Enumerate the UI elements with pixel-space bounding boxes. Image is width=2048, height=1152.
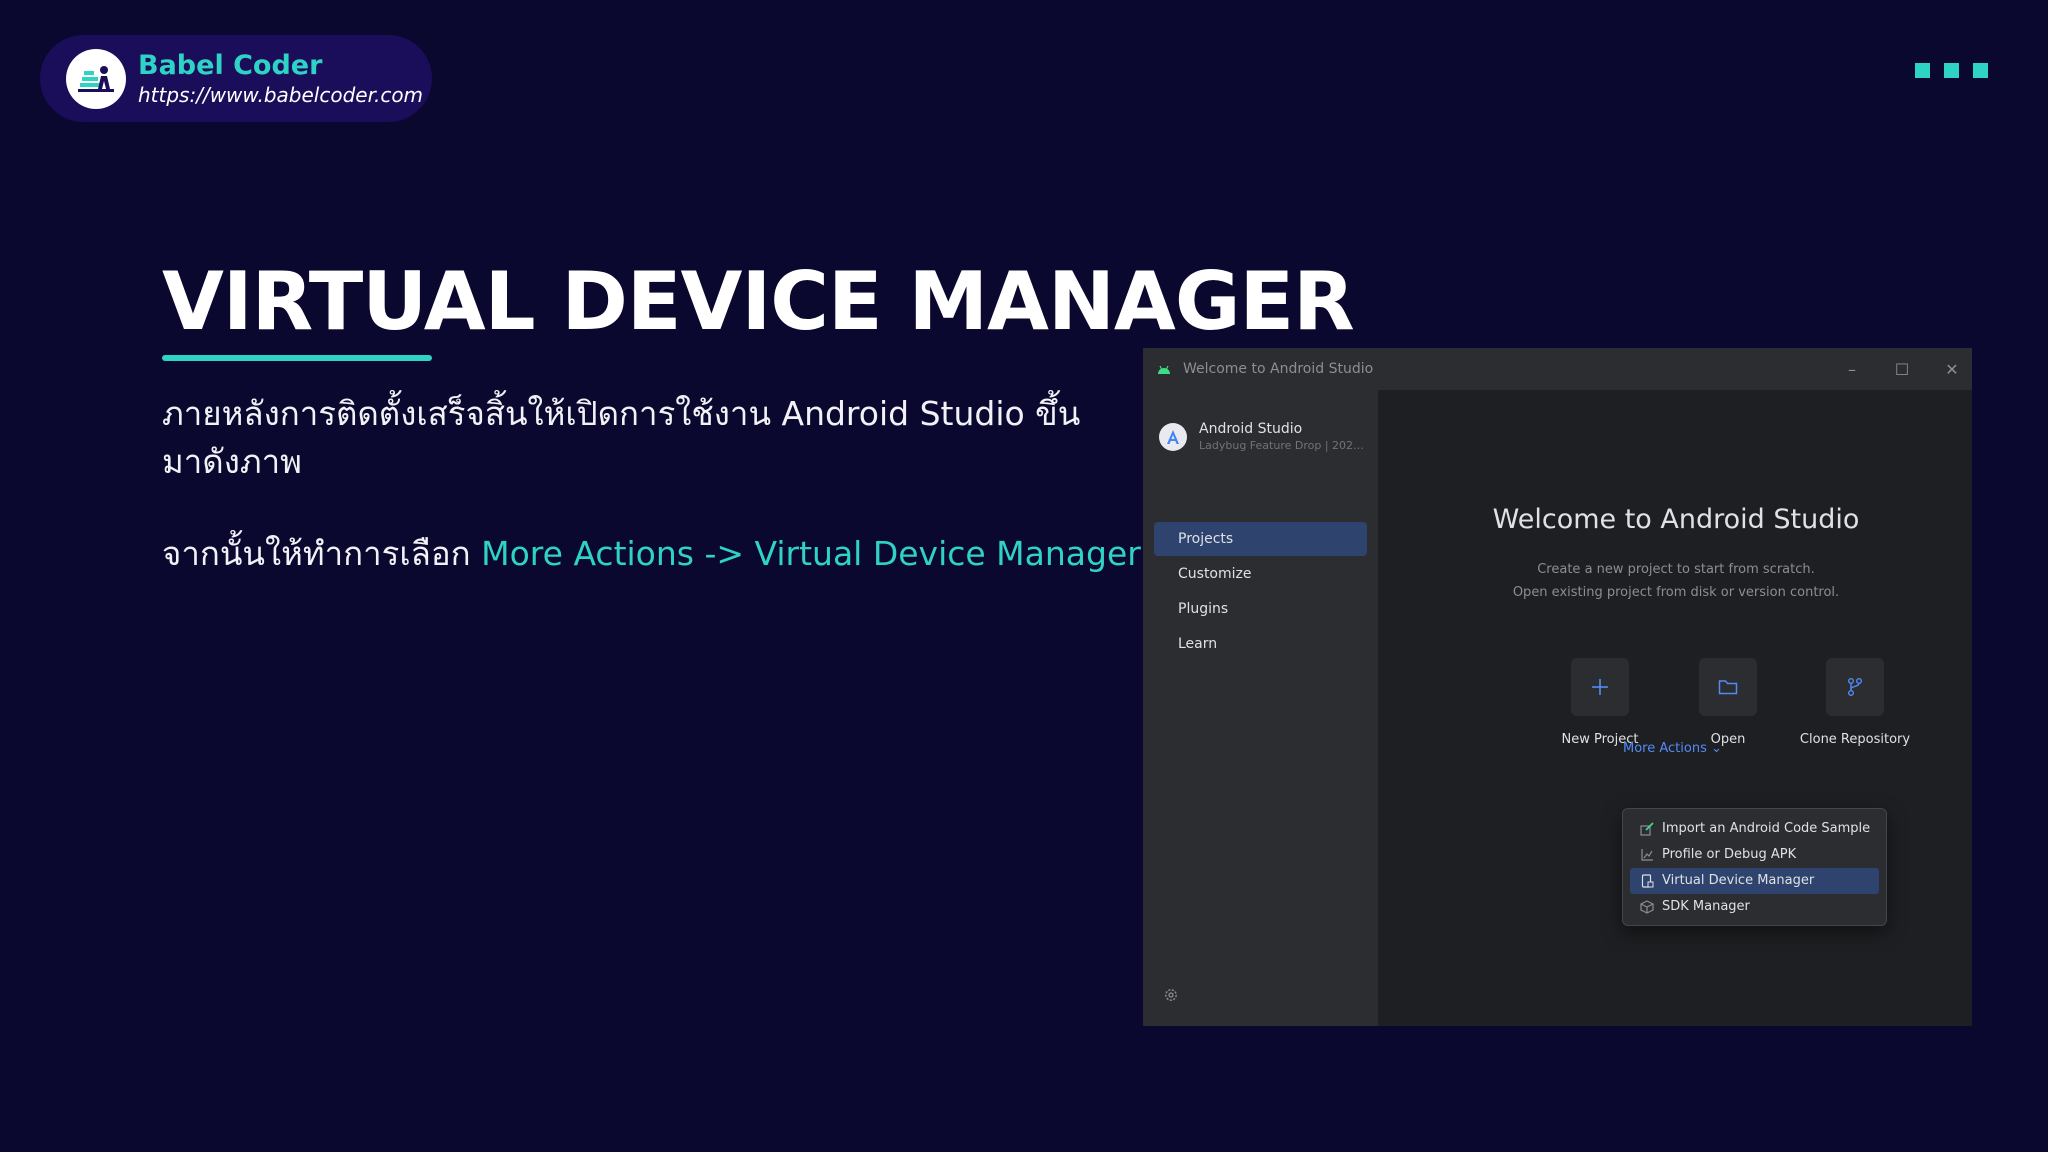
instruction-highlight: More Actions -> Virtual Device Manager	[481, 534, 1141, 573]
menu-item-sdk-manager[interactable]: SDK Manager	[1630, 894, 1879, 920]
more-actions-dropdown[interactable]: More Actions ⌄	[1623, 741, 1722, 756]
sidebar-item-learn[interactable]: Learn	[1154, 627, 1367, 661]
welcome-subtitle-1: Create a new project to start from scrat…	[1537, 562, 1815, 577]
welcome-title: Welcome to Android Studio	[1492, 504, 1860, 535]
welcome-sidebar: Android Studio Ladybug Feature Drop | 20…	[1143, 390, 1379, 1026]
product-version: Ladybug Feature Drop | 202…	[1199, 439, 1365, 452]
brand-name: Babel Coder	[138, 49, 323, 81]
decorative-dots	[1915, 63, 1988, 78]
menu-item-label: SDK Manager	[1662, 899, 1750, 914]
sidebar-item-customize[interactable]: Customize	[1154, 557, 1367, 591]
babel-coder-logo-icon	[66, 48, 126, 109]
menu-item-import-sample[interactable]: Import an Android Code Sample	[1630, 816, 1879, 842]
close-icon[interactable]: ✕	[1942, 360, 1962, 379]
slide-title: VIRTUAL DEVICE MANAGER	[162, 255, 1355, 348]
sdk-box-icon	[1640, 900, 1656, 914]
folder-icon	[1699, 658, 1757, 716]
product-info: Android Studio Ladybug Feature Drop | 20…	[1159, 420, 1364, 453]
menu-item-label: Virtual Device Manager	[1662, 873, 1815, 888]
window-titlebar[interactable]: Welcome to Android Studio – ☐ ✕	[1143, 348, 1972, 390]
open-button[interactable]: Open	[1658, 658, 1798, 747]
clone-repository-button[interactable]: Clone Repository	[1785, 658, 1925, 747]
instruction-paragraph-2: จากนั้นให้ทำการเลือก More Actions -> Vir…	[162, 530, 1141, 578]
brand-badge: Babel Coder https://www.babelcoder.com	[40, 35, 432, 122]
menu-item-profile-debug-apk[interactable]: Profile or Debug APK	[1630, 842, 1879, 868]
dot-icon	[1973, 63, 1988, 78]
device-icon	[1640, 874, 1656, 888]
instruction-paragraph-1: ภายหลังการติดตั้งเสร็จสิ้นให้เปิดการใช้ง…	[162, 394, 1081, 481]
plus-icon	[1571, 658, 1629, 716]
instruction-prefix: จากนั้นให้ทำการเลือก	[162, 534, 482, 573]
android-icon	[1157, 360, 1171, 379]
clone-repository-label: Clone Repository	[1799, 732, 1911, 747]
menu-item-virtual-device-manager[interactable]: Virtual Device Manager	[1630, 868, 1879, 894]
menu-item-label: Profile or Debug APK	[1662, 847, 1797, 862]
sidebar-item-projects[interactable]: Projects	[1154, 522, 1367, 556]
new-project-button[interactable]: New Project	[1530, 658, 1670, 747]
product-name: Android Studio	[1199, 421, 1303, 437]
menu-item-label: Import an Android Code Sample	[1662, 821, 1871, 836]
import-sample-icon	[1640, 822, 1656, 836]
maximize-icon[interactable]: ☐	[1892, 360, 1912, 379]
welcome-main-panel: Welcome to Android Studio Create a new p…	[1380, 390, 1972, 1026]
more-actions-menu: Import an Android Code Sample Profile or…	[1622, 808, 1887, 926]
sidebar-item-plugins[interactable]: Plugins	[1154, 592, 1367, 626]
sidebar-nav: Projects Customize Plugins Learn	[1154, 522, 1367, 662]
brand-text: Babel Coder https://www.babelcoder.com	[138, 50, 423, 108]
dot-icon	[1915, 63, 1930, 78]
window-controls: – ☐ ✕	[1842, 348, 1962, 390]
window-title: Welcome to Android Studio	[1183, 361, 1374, 377]
branch-icon	[1826, 658, 1884, 716]
profile-icon	[1640, 848, 1656, 862]
title-underline	[162, 355, 432, 361]
dot-icon	[1944, 63, 1959, 78]
welcome-subtitle-2: Open existing project from disk or versi…	[1512, 585, 1840, 600]
android-studio-icon	[1159, 422, 1187, 451]
minimize-icon[interactable]: –	[1842, 360, 1862, 379]
brand-url[interactable]: https://www.babelcoder.com	[138, 82, 423, 108]
gear-icon[interactable]	[1163, 987, 1179, 1007]
